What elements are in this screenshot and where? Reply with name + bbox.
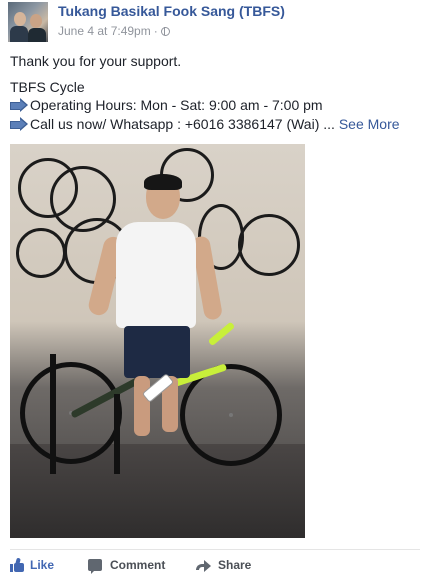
post-timestamp[interactable]: June 4 at 7:49pm — [58, 24, 151, 38]
contact-text: Call us now/ Whatsapp : +6016 3386147 (W… — [30, 116, 335, 132]
share-button[interactable]: Share — [196, 556, 251, 574]
share-label: Share — [218, 558, 252, 572]
globe-icon[interactable] — [160, 27, 170, 36]
bike-stand — [50, 354, 56, 474]
actions-divider — [10, 549, 420, 550]
post-header: Tukang Basikal Fook Sang (TBFS) June 4 a… — [8, 2, 428, 42]
comment-bubble-icon — [88, 559, 102, 574]
share-arrow-icon — [196, 559, 211, 572]
wall-wheel — [238, 214, 300, 276]
thumbs-up-icon — [10, 557, 24, 572]
post-meta: June 4 at 7:49pm · — [58, 24, 170, 38]
post-text-line: Call us now/ Whatsapp : +6016 3386147 (W… — [10, 115, 400, 133]
right-arrow-icon — [10, 117, 28, 131]
person-hair — [144, 174, 182, 190]
bike-handlebar — [207, 321, 236, 347]
person-shorts — [124, 326, 190, 378]
like-label: Like — [30, 558, 55, 572]
see-more-link[interactable]: See More — [339, 116, 400, 132]
post-photo[interactable] — [10, 144, 305, 538]
page-avatar[interactable] — [8, 2, 48, 42]
bike-stand — [114, 394, 120, 474]
meta-separator: · — [153, 24, 158, 38]
post-text-line: Operating Hours: Mon - Sat: 9:00 am - 7:… — [10, 96, 323, 114]
post-text-line: TBFS Cycle — [10, 79, 85, 95]
facebook-post: Tukang Basikal Fook Sang (TBFS) June 4 a… — [0, 0, 432, 587]
page-name-link[interactable]: Tukang Basikal Fook Sang (TBFS) — [58, 3, 285, 19]
person-leg — [134, 376, 150, 436]
comment-button[interactable]: Comment — [88, 556, 165, 574]
post-text-line: Thank you for your support. — [10, 53, 182, 69]
comment-label: Comment — [110, 558, 166, 572]
right-arrow-icon — [10, 98, 28, 112]
wall-wheel — [16, 228, 66, 278]
like-button[interactable]: Like — [10, 556, 54, 574]
person-shirt — [116, 222, 196, 328]
operating-hours-text: Operating Hours: Mon - Sat: 9:00 am - 7:… — [30, 97, 323, 113]
